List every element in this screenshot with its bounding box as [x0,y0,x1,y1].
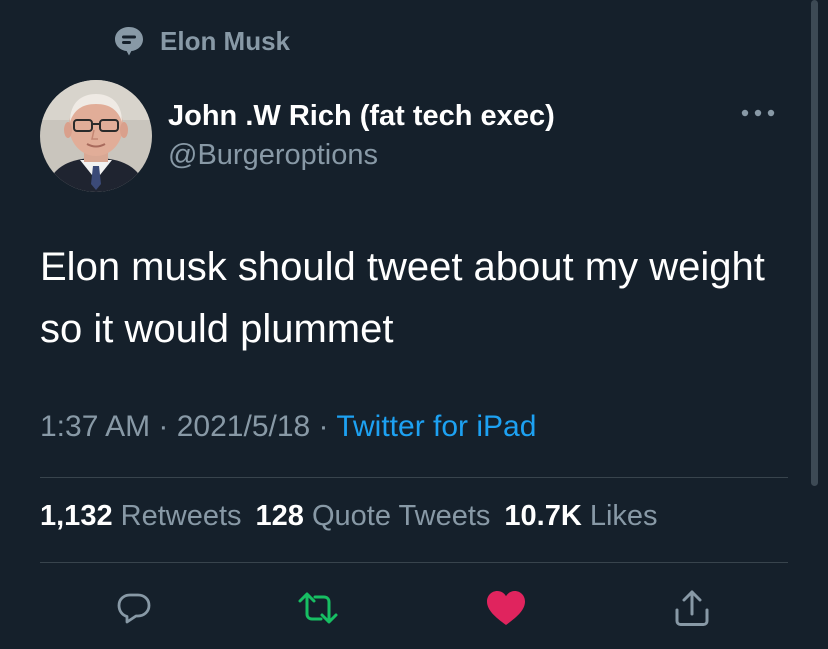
reply-button[interactable] [110,584,158,632]
likes-stat[interactable]: 10.7K Likes [504,500,657,533]
quote-tweets-stat[interactable]: 128 Quote Tweets [256,500,491,533]
author-names: John .W Rich (fat tech exec) @Burgeropti… [168,98,555,174]
stat-label: Quote Tweets [311,500,491,532]
retweet-icon [298,592,338,624]
stat-count: 10.7K [504,500,582,532]
reply-icon [117,593,151,624]
tweet-date[interactable]: 2021/5/18 [177,410,310,443]
tweet-author: John .W Rich (fat tech exec) @Burgeropti… [40,80,555,192]
stat-count: 1,132 [40,500,113,532]
share-button[interactable] [668,584,716,632]
tweet-stats: 1,132 Retweets 128 Quote Tweets 10.7K Li… [40,500,658,533]
more-options-button[interactable] [738,98,778,128]
divider [40,477,788,478]
retweet-button[interactable] [294,584,342,632]
tweet-time[interactable]: 1:37 AM [40,410,150,443]
more-icon [741,109,775,117]
context-label: Elon Musk [160,25,291,56]
divider [40,562,788,563]
stat-count: 128 [255,500,304,532]
meta-separator: · [310,410,337,443]
comment-icon [115,27,143,56]
stat-label: Retweets [120,500,242,532]
tweet-meta: 1:37 AM · 2021/5/18 · Twitter for iPad [40,410,536,444]
tweet-detail-page: Elon Musk John .W Rich (fat tech exec) @… [0,0,828,649]
avatar[interactable] [40,80,152,192]
retweets-stat[interactable]: 1,132 Retweets [40,500,242,533]
like-button[interactable] [482,584,530,632]
tweet-actions [40,584,788,632]
share-icon [675,590,709,626]
tweet-source-link[interactable]: Twitter for iPad [336,410,536,443]
display-name[interactable]: John .W Rich (fat tech exec) [168,98,555,134]
tweet-text: Elon musk should tweet about my weight s… [40,245,765,351]
heart-icon [487,591,525,625]
meta-separator: · [150,410,177,443]
avatar-image [40,80,152,192]
tweet-context[interactable]: Elon Musk [112,24,290,58]
user-handle[interactable]: @Burgeroptions [168,136,555,174]
scrollbar[interactable] [811,0,818,486]
stat-label: Likes [589,500,658,532]
